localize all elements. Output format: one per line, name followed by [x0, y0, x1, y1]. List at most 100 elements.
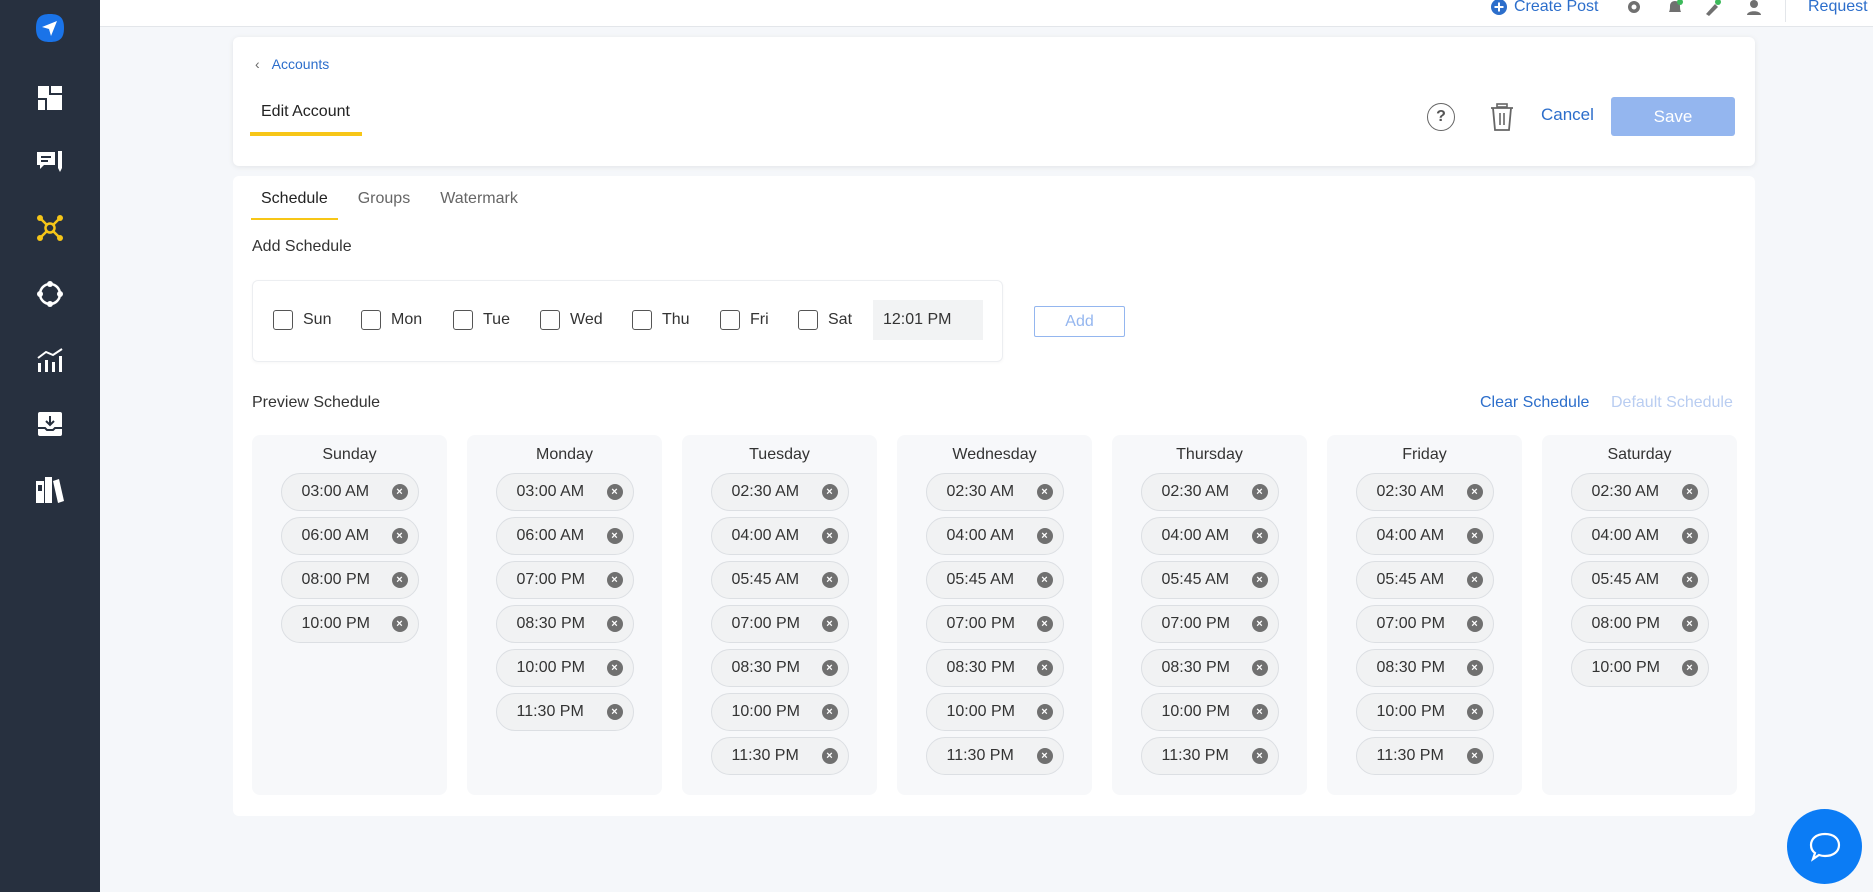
remove-time-icon[interactable]: × — [606, 528, 623, 544]
remove-time-icon[interactable]: × — [1466, 616, 1483, 632]
sidebar-item-integrations[interactable] — [0, 274, 100, 314]
remove-time-icon[interactable]: × — [391, 616, 408, 632]
remove-time-icon[interactable]: × — [1036, 660, 1053, 676]
remove-time-icon[interactable]: × — [1251, 528, 1268, 544]
help-button[interactable]: ? — [1427, 103, 1455, 131]
rocket-icon[interactable] — [1703, 0, 1723, 16]
time-slot-label: 08:30 PM — [516, 615, 585, 632]
remove-time-icon[interactable]: × — [821, 484, 838, 500]
remove-time-icon[interactable]: × — [391, 528, 408, 544]
checkbox-wed[interactable]: Wed — [540, 310, 603, 330]
day-column-title: Thursday — [1176, 446, 1243, 463]
remove-time-icon[interactable]: × — [821, 748, 838, 764]
checkbox-label: Wed — [570, 311, 603, 328]
time-slot: 04:00 AM × — [1355, 517, 1494, 555]
books-icon — [36, 477, 64, 503]
remove-time-icon[interactable]: × — [821, 528, 838, 544]
checkbox-box[interactable] — [720, 310, 740, 330]
delete-button[interactable] — [1489, 103, 1515, 131]
time-slot-label: 03:00 AM — [301, 483, 370, 500]
time-slot: 04:00 AM × — [1570, 517, 1709, 555]
tab-groups[interactable]: Groups — [348, 190, 420, 220]
time-slot: 10:00 PM × — [495, 649, 634, 687]
sidebar-logo[interactable] — [0, 8, 100, 48]
checkbox-thu[interactable]: Thu — [632, 310, 690, 330]
sidebar-item-dashboard[interactable] — [0, 78, 100, 118]
remove-time-icon[interactable]: × — [606, 704, 623, 720]
remove-time-icon[interactable]: × — [391, 572, 408, 588]
remove-time-icon[interactable]: × — [821, 660, 838, 676]
time-slot: 05:45 AM × — [710, 561, 849, 599]
checkbox-box[interactable] — [798, 310, 818, 330]
remove-time-icon[interactable]: × — [1681, 660, 1698, 676]
clear-schedule-link[interactable]: Clear Schedule — [1480, 394, 1589, 412]
add-button[interactable]: Add — [1034, 306, 1125, 337]
checkbox-box[interactable] — [540, 310, 560, 330]
sidebar-item-library[interactable] — [0, 470, 100, 510]
remove-time-icon[interactable]: × — [1681, 616, 1698, 632]
remove-time-icon[interactable]: × — [1036, 748, 1053, 764]
remove-time-icon[interactable]: × — [1036, 572, 1053, 588]
sidebar-item-analytics[interactable] — [0, 340, 100, 380]
cancel-button[interactable]: Cancel — [1541, 105, 1594, 125]
breadcrumb[interactable]: ‹ Accounts — [255, 56, 329, 72]
remove-time-icon[interactable]: × — [1036, 484, 1053, 500]
time-slot-label: 10:00 PM — [731, 703, 800, 720]
bell-icon[interactable] — [1665, 0, 1685, 16]
create-post-button[interactable]: Create Post — [1491, 0, 1598, 16]
tab-watermark[interactable]: Watermark — [430, 190, 528, 220]
checkbox-mon[interactable]: Mon — [361, 310, 422, 330]
remove-time-icon[interactable]: × — [1681, 528, 1698, 544]
remove-time-icon[interactable]: × — [1251, 660, 1268, 676]
remove-time-icon[interactable]: × — [606, 484, 623, 500]
remove-time-icon[interactable]: × — [1251, 748, 1268, 764]
checkbox-box[interactable] — [273, 310, 293, 330]
checkbox-box[interactable] — [453, 310, 473, 330]
remove-time-icon[interactable]: × — [1681, 484, 1698, 500]
checkbox-sun[interactable]: Sun — [273, 310, 331, 330]
chevron-left-icon: ‹ — [255, 56, 260, 72]
remove-time-icon[interactable]: × — [1466, 660, 1483, 676]
checkbox-box[interactable] — [632, 310, 652, 330]
checkbox-sat[interactable]: Sat — [798, 310, 852, 330]
default-schedule-link[interactable]: Default Schedule — [1611, 394, 1733, 412]
checkbox-box[interactable] — [361, 310, 381, 330]
time-slot-label: 06:00 AM — [301, 527, 370, 544]
breadcrumb-accounts[interactable]: Accounts — [272, 56, 330, 72]
remove-time-icon[interactable]: × — [606, 616, 623, 632]
remove-time-icon[interactable]: × — [606, 572, 623, 588]
bar-line-chart-icon — [37, 348, 63, 372]
user-icon[interactable] — [1744, 0, 1764, 16]
sidebar-item-compose[interactable] — [0, 142, 100, 182]
topbar-divider — [1785, 0, 1786, 22]
checkbox-fri[interactable]: Fri — [720, 310, 769, 330]
checkbox-tue[interactable]: Tue — [453, 310, 510, 330]
remove-time-icon[interactable]: × — [1036, 528, 1053, 544]
remove-time-icon[interactable]: × — [1466, 748, 1483, 764]
remove-time-icon[interactable]: × — [1681, 572, 1698, 588]
sidebar-item-inbox[interactable] — [0, 404, 100, 444]
remove-time-icon[interactable]: × — [1466, 704, 1483, 720]
remove-time-icon[interactable]: × — [1251, 704, 1268, 720]
sidebar — [0, 0, 100, 892]
remove-time-icon[interactable]: × — [821, 616, 838, 632]
remove-time-icon[interactable]: × — [1036, 704, 1053, 720]
remove-time-icon[interactable]: × — [1466, 484, 1483, 500]
save-button[interactable]: Save — [1611, 97, 1735, 136]
tab-schedule[interactable]: Schedule — [251, 190, 338, 220]
remove-time-icon[interactable]: × — [1466, 572, 1483, 588]
gear-icon[interactable] — [1624, 0, 1644, 16]
time-input[interactable] — [873, 300, 983, 340]
remove-time-icon[interactable]: × — [1251, 572, 1268, 588]
remove-time-icon[interactable]: × — [821, 572, 838, 588]
chat-button[interactable] — [1787, 809, 1862, 884]
remove-time-icon[interactable]: × — [1251, 484, 1268, 500]
remove-time-icon[interactable]: × — [391, 484, 408, 500]
remove-time-icon[interactable]: × — [821, 704, 838, 720]
remove-time-icon[interactable]: × — [1466, 528, 1483, 544]
remove-time-icon[interactable]: × — [1036, 616, 1053, 632]
sidebar-item-accounts[interactable] — [0, 208, 100, 248]
request-feature-link[interactable]: Request New Feature — [1808, 0, 1873, 16]
remove-time-icon[interactable]: × — [1251, 616, 1268, 632]
remove-time-icon[interactable]: × — [606, 660, 623, 676]
